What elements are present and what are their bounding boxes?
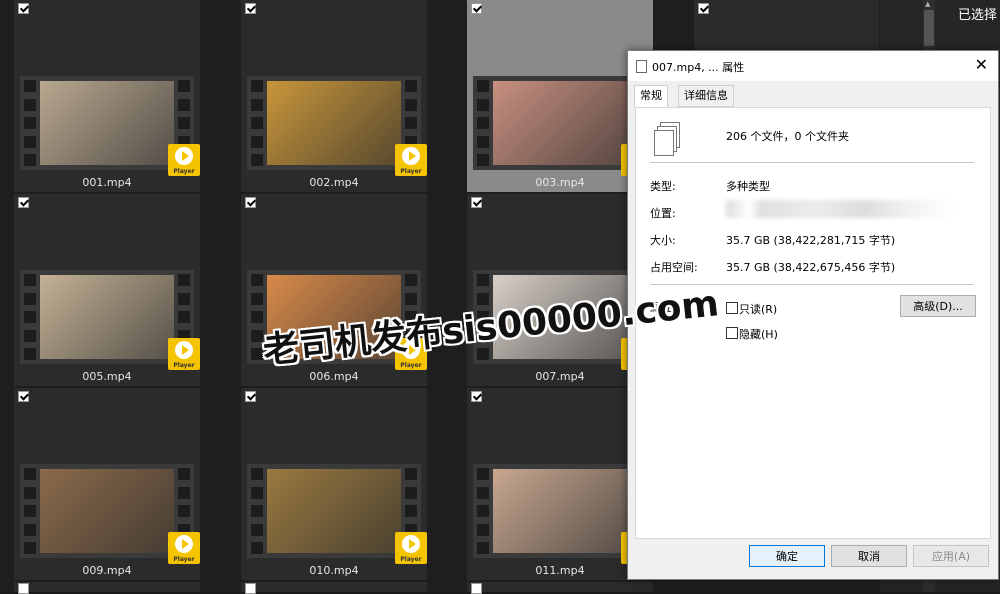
hidden-checkbox[interactable] — [726, 327, 738, 339]
video-tile[interactable]: Player 010.mp4 — [241, 388, 427, 580]
file-name: 003.mp4 — [535, 176, 585, 189]
player-badge-icon: Player — [168, 338, 200, 370]
file-name: 010.mp4 — [309, 564, 359, 577]
film-strip-holes — [477, 80, 489, 166]
tile-checkbox[interactable] — [245, 197, 256, 208]
file-count-summary: 206 个文件，0 个文件夹 — [726, 130, 849, 143]
video-thumbnail[interactable]: Player — [20, 76, 200, 176]
file-name: 009.mp4 — [82, 564, 132, 577]
film-strip-holes — [24, 274, 36, 360]
player-badge-icon: Player — [395, 532, 427, 564]
video-thumbnail[interactable]: Player — [20, 464, 200, 564]
film-strip-holes — [251, 468, 263, 554]
player-badge-icon: Player — [395, 144, 427, 176]
tile-checkbox[interactable] — [471, 3, 482, 14]
tab-general[interactable]: 常规 — [634, 85, 668, 108]
video-tile[interactable]: Player 005.mp4 — [14, 194, 200, 386]
ok-button[interactable]: 确定 — [749, 545, 825, 567]
video-thumbnail[interactable]: Player — [473, 76, 653, 176]
location-label: 位置: — [650, 207, 676, 220]
disk-size-label: 占用空间: — [650, 261, 698, 274]
video-thumbnail[interactable]: Player — [473, 464, 653, 564]
dialog-title: 007.mp4, ... 属性 — [652, 61, 745, 74]
readonly-checkbox[interactable] — [726, 302, 738, 314]
file-name: 007.mp4 — [535, 370, 585, 383]
location-value-blurred — [726, 200, 956, 218]
hidden-label[interactable]: 隐藏(H) — [739, 326, 778, 342]
size-value: 35.7 GB (38,422,281,715 字节) — [726, 234, 896, 247]
video-tile[interactable] — [241, 582, 427, 594]
multiple-files-icon — [654, 122, 680, 156]
dialog-titlebar[interactable]: 007.mp4, ... 属性 ✕ — [628, 51, 998, 81]
divider — [650, 162, 974, 163]
video-tile[interactable] — [467, 582, 653, 594]
file-name: 011.mp4 — [535, 564, 585, 577]
video-frame — [40, 469, 174, 553]
player-badge-icon: Player — [168, 144, 200, 176]
video-thumbnail[interactable]: Player — [247, 464, 427, 564]
film-strip-holes — [251, 80, 263, 166]
video-tile[interactable]: Player 009.mp4 — [14, 388, 200, 580]
tile-checkbox[interactable] — [245, 391, 256, 402]
video-tile[interactable]: Player011.mp4 — [467, 388, 653, 580]
video-thumbnail[interactable]: Player — [20, 270, 200, 370]
tile-checkbox[interactable] — [18, 197, 29, 208]
video-frame — [493, 81, 627, 165]
video-tile[interactable]: Player 001.mp4 — [14, 0, 200, 192]
cancel-button[interactable]: 取消 — [831, 545, 907, 567]
close-icon[interactable]: ✕ — [975, 55, 988, 74]
film-strip-holes — [251, 274, 263, 360]
video-frame — [40, 275, 174, 359]
file-name: 002.mp4 — [309, 176, 359, 189]
video-tile[interactable]: Player 002.mp4 — [241, 0, 427, 192]
tile-checkbox[interactable] — [471, 197, 482, 208]
scrollbar-thumb[interactable] — [924, 10, 934, 46]
file-icon — [636, 60, 647, 73]
file-name: 005.mp4 — [82, 370, 132, 383]
film-strip-holes — [477, 468, 489, 554]
video-tile[interactable] — [14, 582, 200, 594]
file-name: 001.mp4 — [82, 176, 132, 189]
video-frame — [493, 469, 627, 553]
tile-checkbox[interactable] — [245, 583, 256, 594]
advanced-button[interactable]: 高级(D)... — [900, 295, 976, 317]
selected-count-label: 已选择 — [958, 8, 998, 23]
video-tile[interactable]: Player003.mp4 — [467, 0, 653, 192]
disk-size-value: 35.7 GB (38,422,675,456 字节) — [726, 261, 896, 274]
size-label: 大小: — [650, 234, 676, 247]
tile-checkbox[interactable] — [698, 3, 709, 14]
type-label: 类型: — [650, 180, 676, 193]
video-frame — [40, 81, 174, 165]
tile-checkbox[interactable] — [18, 583, 29, 594]
tab-details[interactable]: 详细信息 — [678, 85, 734, 107]
player-badge-icon: Player — [168, 532, 200, 564]
tile-checkbox[interactable] — [245, 3, 256, 14]
video-thumbnail[interactable]: Player — [247, 76, 427, 176]
film-strip-holes — [24, 468, 36, 554]
type-value: 多种类型 — [726, 180, 770, 193]
tile-checkbox[interactable] — [471, 583, 482, 594]
video-frame — [267, 81, 401, 165]
tile-checkbox[interactable] — [18, 3, 29, 14]
video-frame — [267, 469, 401, 553]
tile-checkbox[interactable] — [471, 391, 482, 402]
tile-checkbox[interactable] — [18, 391, 29, 402]
apply-button[interactable]: 应用(A) — [913, 545, 989, 567]
scroll-up-icon[interactable]: ▲ — [925, 0, 930, 8]
film-strip-holes — [24, 80, 36, 166]
readonly-label[interactable]: 只读(R) — [739, 301, 777, 317]
